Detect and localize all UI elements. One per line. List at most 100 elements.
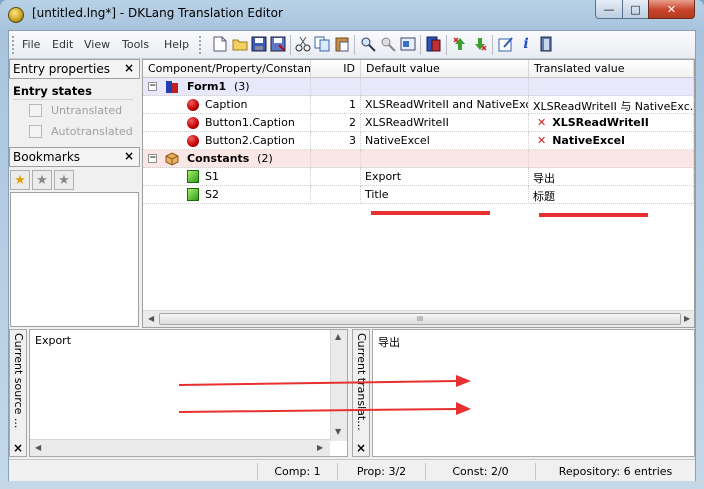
replace-icon[interactable] (379, 35, 397, 53)
column-header-component[interactable]: Component/Property/Constant (143, 60, 315, 78)
save-as-icon[interactable] (269, 35, 287, 53)
translation-icon[interactable] (425, 35, 443, 53)
scroll-thumb[interactable]: III (159, 313, 681, 325)
table-row[interactable]: Button1.Caption 2 XLSReadWriteII ✕ XLSRea… (143, 114, 694, 132)
exit-icon[interactable] (537, 35, 555, 53)
scroll-left-icon[interactable]: ◀ (148, 314, 154, 323)
find-icon[interactable] (359, 35, 377, 53)
jump-next-icon[interactable] (471, 35, 489, 53)
current-source-close-button[interactable]: × (9, 441, 27, 457)
app-icon (8, 7, 24, 23)
paste-icon[interactable] (333, 35, 351, 53)
entries-grid[interactable]: Component/Property/Constant ID Default v… (142, 59, 695, 328)
column-header-default[interactable]: Default value (361, 60, 529, 78)
menu-help[interactable]: Help (164, 38, 189, 51)
id-cell: 1 (311, 96, 361, 114)
table-row[interactable]: Caption 1 XLSReadWriteII and NativeExc..… (143, 96, 694, 114)
default-cell: Title (361, 186, 529, 204)
default-cell (361, 78, 529, 96)
entry-properties-close-button[interactable]: × (124, 61, 134, 75)
entry-states-header: Entry states (13, 84, 92, 98)
untranslated-checkbox[interactable] (29, 104, 42, 117)
copy-icon[interactable] (313, 35, 331, 53)
table-row-constants[interactable]: − Constants (2) (143, 150, 694, 168)
menu-edit[interactable]: Edit (52, 38, 73, 51)
id-cell (311, 168, 361, 186)
table-row[interactable]: S2 Title 标题 (143, 186, 694, 204)
id-cell (311, 186, 361, 204)
scroll-right-icon[interactable]: ▶ (317, 443, 323, 452)
app-window: [untitled.lng*] - DKLang Translation Edi… (0, 0, 704, 489)
scroll-left-icon[interactable]: ◀ (35, 443, 41, 452)
open-icon[interactable] (231, 35, 249, 53)
row-name-cell: S2 (143, 186, 311, 204)
default-cell: Export (361, 168, 529, 186)
bookmarks-close-button[interactable]: × (124, 149, 134, 163)
window-title: [untitled.lng*] - DKLang Translation Edi… (32, 6, 283, 20)
remove-bookmark-button[interactable]: ★ (32, 170, 52, 190)
column-header-id[interactable]: ID (311, 60, 361, 78)
toolbar-separator (354, 35, 355, 55)
jump-bookmark-button[interactable]: ★ (54, 170, 74, 190)
new-icon[interactable] (211, 35, 229, 53)
row-name-cell: Button1.Caption (143, 114, 311, 132)
menu-view[interactable]: View (84, 38, 110, 51)
property-icon (187, 135, 199, 147)
status-prop: Prop: 3/2 (337, 463, 425, 480)
toolbar-grip[interactable] (199, 36, 202, 54)
constant-name: S2 (205, 188, 219, 201)
table-row[interactable]: S1 Export 导出 (143, 168, 694, 186)
info-icon[interactable]: i (517, 35, 535, 53)
maximize-button[interactable]: □ (622, 0, 649, 19)
toolbar-grip[interactable] (12, 36, 15, 54)
jump-prev-icon[interactable] (451, 35, 469, 53)
row-name-cell: S1 (143, 168, 311, 186)
title-bar: [untitled.lng*] - DKLang Translation Edi… (0, 0, 704, 28)
star-remove-icon: ★ (36, 172, 48, 188)
id-cell: 2 (311, 114, 361, 132)
constant-icon (187, 170, 199, 183)
add-bookmark-button[interactable]: ★ (10, 170, 30, 190)
minimize-button[interactable]: — (595, 0, 623, 19)
current-translation-close-button[interactable]: × (352, 441, 370, 457)
properties-icon[interactable] (399, 35, 417, 53)
translated-cell (529, 150, 694, 168)
collapse-icon[interactable]: − (148, 154, 157, 163)
cut-icon[interactable] (294, 35, 312, 53)
bookmarks-header: Bookmarks × (9, 147, 140, 167)
form-icon (165, 80, 179, 94)
translated-cell: ✕ NativeExcel (529, 132, 694, 150)
translated-value: NativeExcel (552, 134, 625, 147)
untranslated-label: Untranslated (51, 104, 123, 117)
property-name: Caption (205, 98, 248, 111)
property-name: Button1.Caption (205, 116, 295, 129)
collapse-icon[interactable]: − (148, 82, 157, 91)
table-row[interactable]: Button2.Caption 3 NativeExcel ✕ NativeExc… (143, 132, 694, 150)
scroll-down-icon[interactable]: ▼ (335, 427, 341, 436)
divider (13, 99, 133, 100)
translated-cell: 导出 (529, 168, 694, 186)
scroll-up-icon[interactable]: ▲ (335, 332, 341, 341)
column-header-translated[interactable]: Translated value (529, 60, 694, 78)
status-bar: Comp: 1 Prop: 3/2 Const: 2/0 Repository:… (9, 459, 695, 481)
menu-file[interactable]: File (22, 38, 40, 51)
toolbar-separator (420, 35, 421, 55)
scroll-right-icon[interactable]: ▶ (684, 314, 690, 323)
row-name-cell: − Constants (2) (143, 150, 311, 168)
source-horizontal-scrollbar[interactable]: ◀ ▶ (30, 439, 330, 456)
annotation-underline-default (371, 211, 490, 215)
default-cell: XLSReadWriteII (361, 114, 529, 132)
bookmarks-list[interactable] (10, 192, 139, 327)
close-window-button[interactable]: ✕ (648, 0, 695, 19)
star-jump-icon: ★ (58, 172, 70, 188)
table-row-form1[interactable]: − Form1 (3) (143, 78, 694, 96)
status-repository: Repository: 6 entries (535, 463, 695, 480)
menu-tools[interactable]: Tools (122, 38, 149, 51)
toolbar-separator (492, 35, 493, 55)
save-icon[interactable] (250, 35, 268, 53)
grid-horizontal-scrollbar[interactable]: ◀ III ▶ (143, 310, 694, 327)
edit-icon[interactable] (497, 35, 515, 53)
autotranslated-checkbox[interactable] (29, 125, 42, 138)
toolbar-separator (290, 35, 291, 55)
annotation-arrow (179, 375, 471, 387)
